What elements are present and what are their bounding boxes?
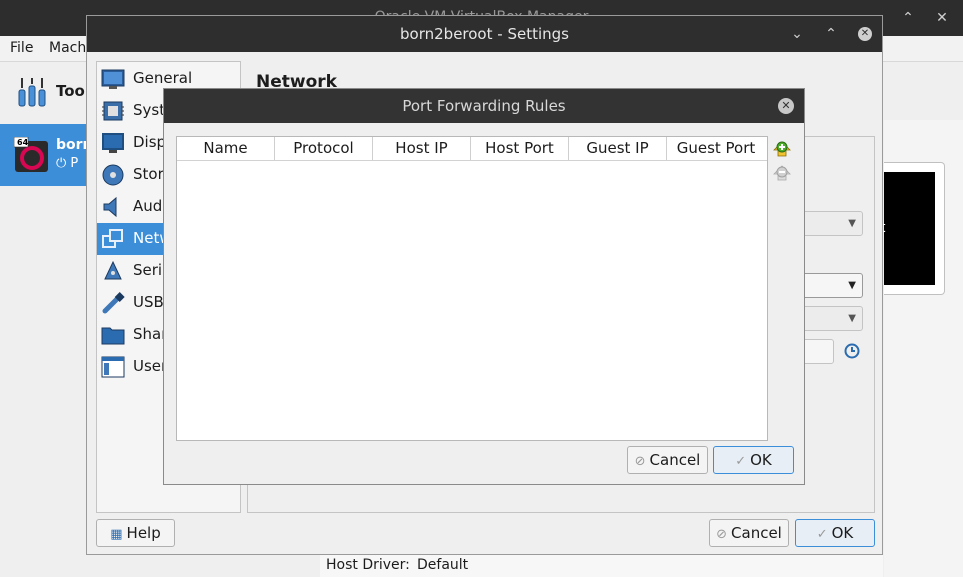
menu-file[interactable]: File	[10, 40, 33, 56]
shared-folders-icon	[101, 327, 125, 345]
column-header-protocol[interactable]: Protocol	[275, 137, 373, 160]
display-icon	[102, 133, 124, 153]
audio-icon	[103, 196, 117, 218]
network-icon	[102, 229, 123, 248]
ok-button-label: OK	[831, 524, 854, 542]
pf-ok-button[interactable]: ✓ OK	[713, 446, 794, 474]
nav-label: Audi	[133, 197, 167, 215]
chevron-down-icon: ▼	[848, 280, 856, 291]
add-rule-icon[interactable]	[772, 138, 792, 158]
help-button[interactable]: ▦ Help	[96, 519, 175, 547]
check-icon: ✓	[816, 527, 828, 542]
minimize-icon[interactable]: ⌄	[787, 24, 807, 44]
maximize-icon[interactable]: ⌃	[898, 8, 918, 28]
close-icon[interactable]: ✕	[932, 8, 952, 28]
storage-icon	[102, 164, 124, 186]
nav-label: General	[133, 69, 193, 87]
serial-icon	[104, 260, 122, 280]
settings-title: born2beroot - Settings	[400, 25, 569, 43]
general-icon	[101, 69, 125, 89]
preview-screen: t	[880, 172, 935, 285]
power-icon: ⏻	[56, 156, 71, 171]
maximize-icon[interactable]: ⌃	[821, 24, 841, 44]
user-interface-icon	[101, 356, 125, 378]
tools-item[interactable]: Tool	[0, 62, 90, 120]
settings-titlebar: born2beroot - Settings ⌄ ⌃ ✕	[87, 16, 882, 52]
ok-button[interactable]: ✓ OK	[795, 519, 875, 547]
menu-machine[interactable]: Mach	[49, 40, 86, 56]
host-driver-value: Default	[417, 557, 469, 573]
nav-label: USB	[133, 293, 164, 311]
vm-list-item[interactable]: 64 born ⏻ P	[0, 124, 93, 186]
pf-ok-button-label: OK	[750, 451, 772, 469]
cancel-icon: ⊘	[634, 454, 646, 469]
chevron-down-icon: ▼	[848, 218, 856, 229]
close-icon[interactable]: ✕	[778, 98, 794, 114]
column-header-guest-ip[interactable]: Guest IP	[569, 137, 667, 160]
remove-rule-icon[interactable]	[772, 162, 792, 182]
column-header-guest-port[interactable]: Guest Port	[667, 137, 765, 160]
nav-label: Disp	[133, 133, 167, 151]
usb-icon	[102, 292, 125, 314]
system-icon	[102, 101, 124, 121]
cancel-icon: ⊘	[716, 527, 728, 542]
port-forwarding-table[interactable]: Name Protocol Host IP Host Port Guest IP…	[176, 136, 768, 441]
close-icon[interactable]: ✕	[858, 27, 872, 41]
cancel-button-label: Cancel	[731, 524, 782, 542]
column-header-host-port[interactable]: Host Port	[471, 137, 569, 160]
port-forwarding-dialog: Port Forwarding Rules ✕ Name Protocol Ho…	[163, 88, 805, 485]
check-icon: ✓	[735, 454, 747, 469]
port-forwarding-title: Port Forwarding Rules	[402, 97, 566, 115]
column-header-host-ip[interactable]: Host IP	[373, 137, 471, 160]
table-header: Name Protocol Host IP Host Port Guest IP…	[177, 137, 767, 161]
refresh-icon[interactable]	[844, 343, 860, 359]
host-driver-row: Host Driver: Default	[320, 555, 883, 577]
help-icon: ▦	[110, 527, 123, 542]
chevron-down-icon: ▼	[848, 313, 856, 324]
tools-label: Tool	[56, 82, 90, 100]
vm-state-label: P	[70, 156, 79, 171]
host-driver-label: Host Driver:	[326, 557, 410, 573]
pf-cancel-button-label: Cancel	[649, 451, 701, 469]
port-forwarding-titlebar: Port Forwarding Rules ✕	[164, 89, 804, 123]
tools-icon	[18, 78, 46, 107]
cancel-button[interactable]: ⊘ Cancel	[709, 519, 789, 547]
vm-state: ⏻ P	[56, 156, 78, 171]
help-button-label: Help	[126, 524, 161, 542]
pf-cancel-button[interactable]: ⊘ Cancel	[627, 446, 708, 474]
column-header-name[interactable]: Name	[177, 137, 275, 160]
vm-arch-badge: 64	[17, 138, 29, 147]
